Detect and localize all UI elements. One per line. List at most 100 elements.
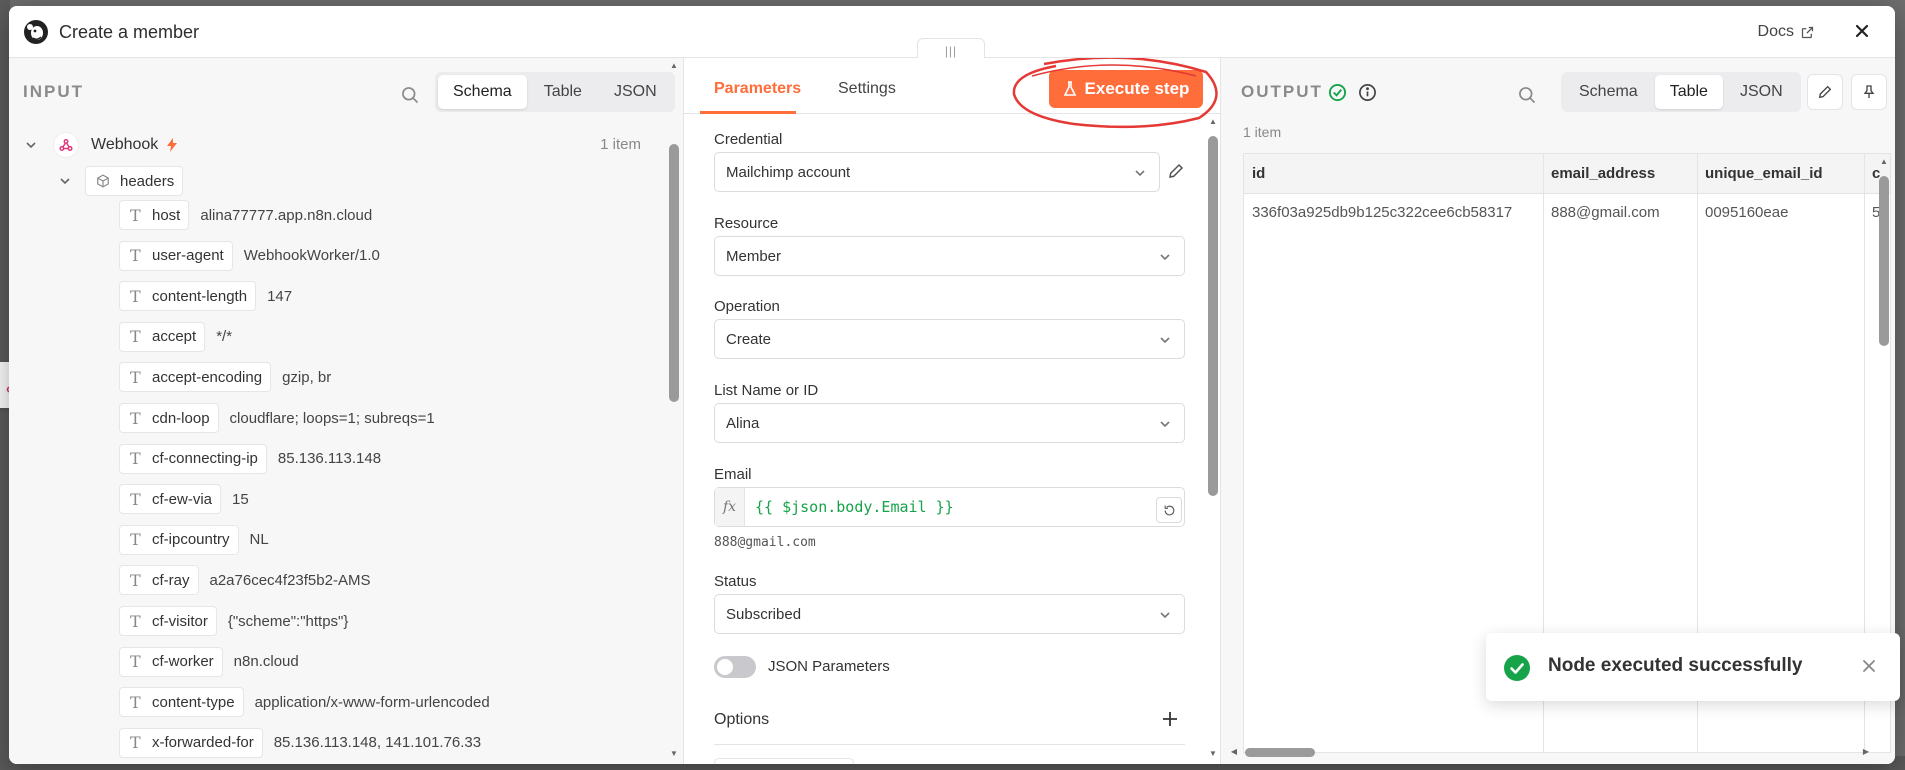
header-field-row[interactable]: Tcontent-type application/x-www-form-urle…	[119, 687, 490, 718]
params-scrollbar[interactable]	[1208, 136, 1218, 496]
field-value: a2a76cec4f23f5b2-AMS	[209, 571, 371, 589]
field-key-chip: Tcdn-loop	[119, 403, 219, 433]
success-toast: Node executed successfully	[1486, 633, 1900, 701]
check-circle-icon	[1504, 655, 1530, 681]
resource-select[interactable]: Member	[714, 236, 1185, 276]
field-key-chip: Tcf-ray	[119, 565, 199, 596]
flask-icon	[1063, 81, 1076, 96]
edit-credential-button[interactable]	[1167, 162, 1187, 182]
field-value: alina77777.app.n8n.cloud	[200, 206, 373, 224]
tab-parameters[interactable]: Parameters	[714, 80, 801, 98]
cell-email-address[interactable]: 888@gmail.com	[1551, 204, 1660, 221]
header-field-row[interactable]: Taccept */*	[119, 321, 232, 352]
header-field-row[interactable]: Tcf-ipcountry NL	[119, 524, 269, 555]
docs-link[interactable]: Docs	[1758, 23, 1815, 41]
field-key-chip: Tcf-ew-via	[119, 484, 222, 515]
field-key: accept-encoding	[152, 368, 263, 386]
list-name-select[interactable]: Alina	[714, 403, 1185, 443]
header-field-row[interactable]: Taccept-encoding gzip, br	[119, 362, 331, 393]
text-type-icon: T	[130, 489, 141, 509]
status-select[interactable]: Subscribed	[714, 594, 1185, 634]
output-scroll-up[interactable]: ▲	[1879, 158, 1889, 166]
output-panel-title: OUTPUT	[1241, 82, 1323, 101]
toggle-knob	[717, 659, 733, 675]
header-field-row[interactable]: Tx-forwarded-for 85.136.113.148, 141.101.…	[119, 727, 482, 758]
output-item-count: 1 item	[1243, 124, 1282, 140]
field-value: 147	[267, 287, 293, 305]
header-field-row[interactable]: Tcf-worker n8n.cloud	[119, 646, 299, 677]
output-horizontal-scrollbar[interactable]	[1245, 748, 1315, 757]
field-value: 85.136.113.148, 141.101.76.33	[273, 734, 482, 752]
pin-output-button[interactable]	[1851, 74, 1887, 110]
tree-node-headers[interactable]: headers	[57, 166, 184, 196]
add-option-button[interactable]	[1159, 708, 1181, 730]
close-modal-button[interactable]	[1851, 20, 1873, 42]
header-field-row[interactable]: Tcontent-length 147	[119, 281, 293, 312]
execute-step-button[interactable]: Execute step	[1049, 70, 1203, 108]
text-type-icon: T	[130, 733, 141, 753]
params-scroll-up[interactable]: ▲	[1208, 118, 1218, 126]
field-key-chip: Tcf-visitor	[119, 606, 217, 636]
output-search-button[interactable]	[1514, 82, 1540, 108]
field-value: cloudflare; loops=1; subreqs=1	[229, 409, 435, 427]
params-scroll-down[interactable]: ▼	[1208, 750, 1218, 758]
tree-node-webhook[interactable]: Webhook	[23, 130, 178, 160]
output-view-schema[interactable]: Schema	[1564, 75, 1653, 109]
tab-settings[interactable]: Settings	[838, 80, 896, 98]
fx-badge: fx	[715, 488, 745, 526]
status-value: Subscribed	[726, 605, 802, 623]
toast-close-button[interactable]	[1862, 659, 1878, 675]
input-panel: INPUT Schema Table JSON Webhook 1 item h…	[9, 58, 684, 764]
webhook-node-name: Webhook	[91, 136, 159, 153]
header-field-row[interactable]: Tcf-connecting-ip 85.136.113.148	[119, 443, 382, 474]
input-scroll-down[interactable]: ▼	[669, 750, 679, 758]
reset-expression-button[interactable]	[1156, 497, 1182, 523]
json-parameters-label: JSON Parameters	[768, 658, 890, 675]
output-view-json[interactable]: JSON	[1725, 75, 1798, 109]
list-name-label: List Name or ID	[714, 382, 819, 399]
edit-output-button[interactable]	[1807, 74, 1843, 110]
header-field-row[interactable]: Tcf-visitor {"scheme":"https"}	[119, 606, 348, 636]
credential-select[interactable]: Mailchimp account	[714, 152, 1160, 192]
input-view-schema[interactable]: Schema	[438, 75, 527, 109]
output-view-table[interactable]: Table	[1654, 75, 1723, 109]
column-header-email-address: email_address	[1551, 165, 1656, 182]
header-field-row[interactable]: Thost alina77777.app.n8n.cloud	[119, 200, 372, 230]
modal-title: Create a member	[59, 22, 200, 42]
cell-unique-email-id[interactable]: 0095160eae	[1705, 204, 1788, 221]
cube-icon	[97, 174, 109, 188]
output-scroll-left[interactable]: ◀	[1229, 748, 1239, 756]
field-key: cf-ray	[152, 571, 190, 589]
text-type-icon: T	[130, 327, 141, 347]
column-header-unique-email-id: unique_email_id	[1705, 165, 1823, 182]
input-item-count: 1 item	[600, 136, 641, 153]
field-key-chip: Tuser-agent	[119, 240, 233, 271]
chevron-down-icon	[57, 173, 73, 189]
input-view-json[interactable]: JSON	[599, 75, 672, 109]
email-expression-input[interactable]: fx {{ $json.body.Email }}	[714, 487, 1185, 527]
search-icon	[402, 87, 419, 104]
header-field-row[interactable]: Tcdn-loop cloudflare; loops=1; subreqs=1	[119, 403, 435, 433]
output-scroll-right[interactable]: ▶	[1861, 748, 1871, 756]
input-scrollbar[interactable]	[669, 144, 679, 402]
input-view-table[interactable]: Table	[529, 75, 597, 109]
add-option-dropdown[interactable]	[714, 758, 854, 764]
field-key: user-agent	[152, 247, 224, 265]
header-field-row[interactable]: Tuser-agent WebhookWorker/1.0	[119, 240, 380, 271]
input-search-button[interactable]	[397, 82, 423, 108]
field-value: 85.136.113.148	[277, 450, 382, 468]
header-field-row[interactable]: Tcf-ray a2a76cec4f23f5b2-AMS	[119, 565, 371, 596]
field-key: x-forwarded-for	[152, 734, 254, 752]
header-field-row[interactable]: Tcf-ew-via 15	[119, 484, 249, 515]
credential-label: Credential	[714, 131, 783, 148]
cell-id[interactable]: 336f03a925db9b125c322cee6cb58317	[1252, 204, 1540, 221]
operation-select[interactable]: Create	[714, 319, 1185, 359]
input-panel-title: INPUT	[23, 82, 84, 101]
lightning-icon	[167, 138, 178, 152]
input-scroll-up[interactable]: ▲	[669, 62, 679, 70]
json-parameters-toggle[interactable]	[714, 656, 756, 678]
field-key: cf-worker	[152, 653, 214, 671]
docs-label: Docs	[1757, 23, 1794, 40]
field-key-chip: Tx-forwarded-for	[119, 727, 263, 758]
output-scrollbar[interactable]	[1879, 176, 1889, 346]
